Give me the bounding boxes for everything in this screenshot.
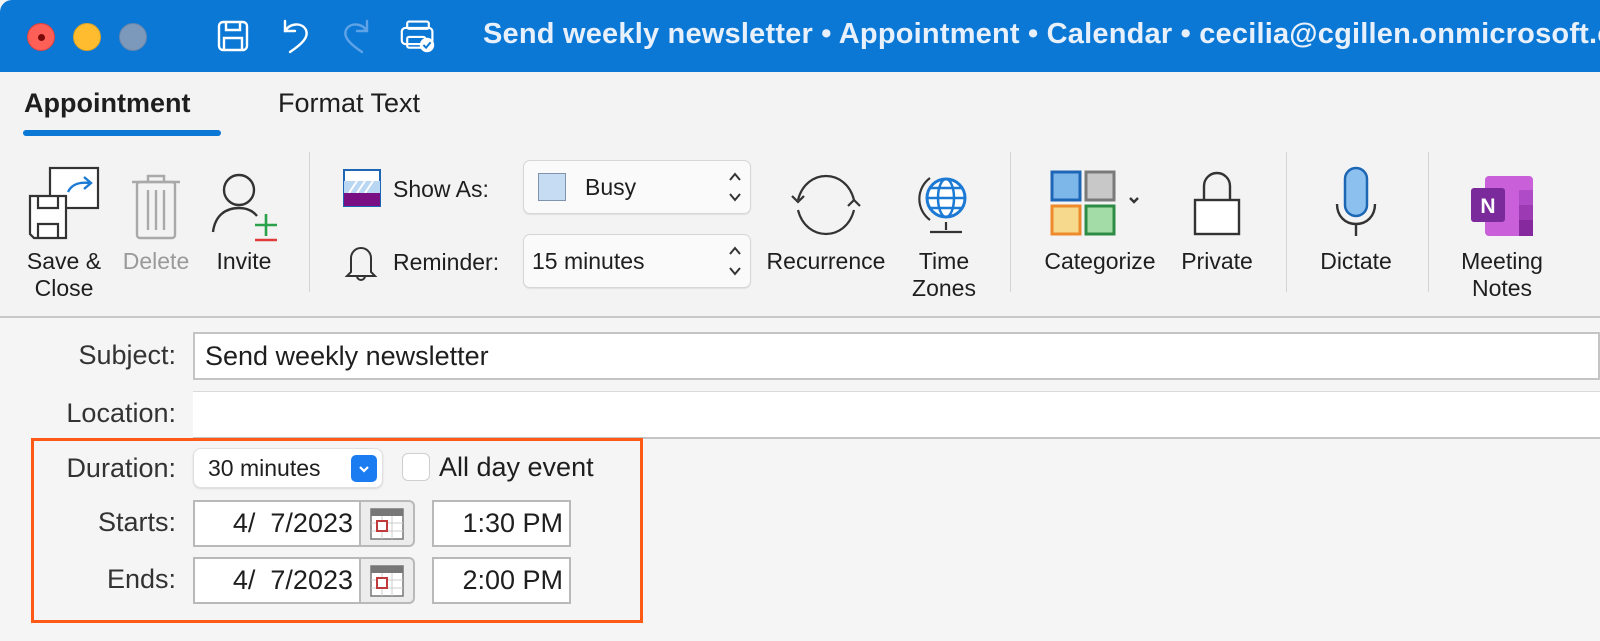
invite-button[interactable]: Invite: [204, 152, 284, 275]
starts-label: Starts:: [97, 507, 176, 537]
invite-attendees-icon: [204, 152, 284, 242]
lock-icon: [1174, 152, 1260, 238]
reminder-select[interactable]: 15 minutes: [523, 234, 751, 288]
ribbon-separator: [1428, 152, 1429, 292]
calendar-icon: [370, 564, 404, 597]
stepper-arrows-icon: [729, 246, 741, 276]
print-icon[interactable]: [400, 18, 436, 54]
calendar-icon: [370, 507, 404, 540]
end-date-calendar-button[interactable]: [359, 557, 415, 604]
save-icon[interactable]: [215, 18, 251, 54]
title-bar: Send weekly newsletter • Appointment • C…: [0, 0, 1600, 72]
ribbon-separator: [1286, 152, 1287, 292]
recurrence-icon: [760, 152, 892, 238]
ribbon: Save & Close Delete Invite Show As: Busy…: [0, 142, 1600, 318]
meeting-notes-label: Meeting Notes: [1461, 248, 1543, 301]
show-as-icon: [343, 169, 381, 212]
tab-format-text[interactable]: Format Text: [278, 88, 420, 119]
delete-label: Delete: [122, 248, 190, 274]
dictate-button[interactable]: Dictate: [1308, 152, 1404, 275]
categorize-label: Categorize: [1044, 248, 1156, 274]
start-time-input[interactable]: 1:30 PM: [432, 500, 571, 547]
close-window-button[interactable]: [27, 23, 55, 51]
onenote-icon: N: [1450, 152, 1554, 238]
bell-icon: [343, 242, 379, 287]
categorize-icon: [1036, 152, 1164, 238]
ribbon-tab-bar: Appointment Format Text: [0, 72, 1600, 142]
recurrence-label: Recurrence: [766, 248, 886, 274]
ends-label: Ends:: [106, 564, 176, 594]
reminder-value: 15 minutes: [532, 247, 645, 274]
svg-text:N: N: [1480, 195, 1495, 218]
minimize-window-button[interactable]: [73, 23, 101, 51]
globe-icon: [900, 152, 988, 238]
reminder-label: Reminder:: [393, 249, 500, 275]
start-date-input[interactable]: 4/ 7/2023: [193, 500, 361, 547]
stepper-arrows-icon: [729, 172, 741, 202]
show-as-label: Show As:: [393, 176, 489, 202]
show-as-value: Busy: [585, 173, 637, 200]
duration-value: 30 minutes: [208, 454, 321, 481]
duration-label: Duration:: [66, 453, 176, 483]
save-close-icon: [18, 152, 110, 242]
chevron-down-icon: [351, 455, 377, 482]
location-label: Location:: [66, 398, 176, 428]
all-day-event-label: All day event: [439, 452, 594, 482]
end-time-input[interactable]: 2:00 PM: [432, 557, 571, 604]
busy-color-swatch: [538, 173, 566, 201]
save-close-button[interactable]: Save & Close: [18, 152, 110, 302]
end-date-input[interactable]: 4/ 7/2023: [193, 557, 361, 604]
categorize-button[interactable]: Categorize: [1036, 152, 1164, 275]
subject-value: Send weekly newsletter: [205, 340, 489, 371]
maximize-window-button[interactable]: [119, 23, 147, 51]
save-close-label: Save & Close: [26, 248, 102, 301]
undo-icon[interactable]: [278, 18, 314, 54]
subject-label: Subject:: [78, 340, 176, 370]
location-input[interactable]: [193, 391, 1600, 439]
show-as-select[interactable]: Busy: [523, 160, 751, 214]
window-title: Send weekly newsletter • Appointment • C…: [483, 18, 1600, 50]
time-zones-button[interactable]: Time Zones: [900, 152, 988, 302]
duration-select[interactable]: 30 minutes: [193, 448, 383, 488]
ribbon-separator: [309, 152, 310, 292]
all-day-event-checkbox[interactable]: [402, 453, 430, 481]
active-tab-indicator: [23, 130, 221, 136]
trash-icon: [116, 152, 196, 242]
private-label: Private: [1181, 248, 1253, 274]
subject-input[interactable]: Send weekly newsletter: [193, 332, 1600, 380]
time-zones-label: Time Zones: [912, 248, 976, 301]
tab-appointment[interactable]: Appointment: [24, 88, 190, 119]
invite-label: Invite: [216, 248, 272, 274]
dictate-label: Dictate: [1320, 248, 1392, 274]
recurrence-button[interactable]: Recurrence: [760, 152, 892, 275]
start-date-calendar-button[interactable]: [359, 500, 415, 547]
ribbon-separator: [1010, 152, 1011, 292]
redo-icon: [338, 18, 374, 54]
microphone-icon: [1308, 152, 1404, 238]
private-button[interactable]: Private: [1174, 152, 1260, 275]
delete-button: Delete: [116, 152, 196, 275]
meeting-notes-button[interactable]: N Meeting Notes: [1450, 152, 1554, 302]
